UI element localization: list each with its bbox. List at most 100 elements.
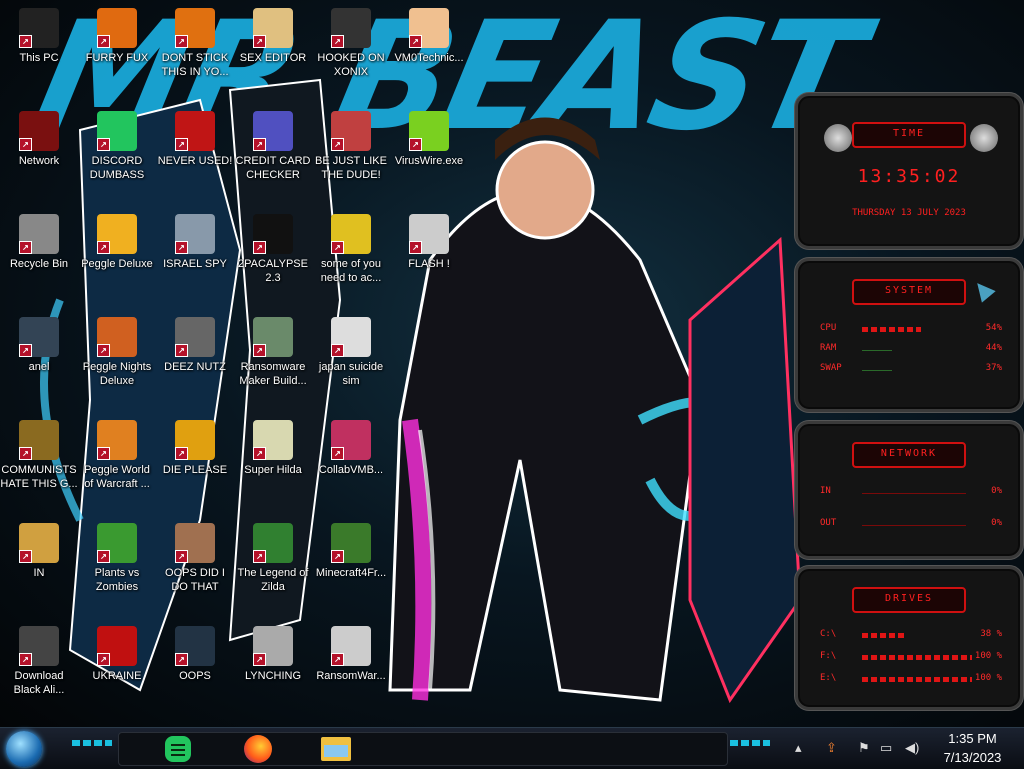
- time-widget-header: TIME: [852, 122, 966, 148]
- desktop-icon[interactable]: ↗ CREDIT CARD CHECKER: [234, 111, 312, 182]
- desktop-icon[interactable]: ↗ FLASH !: [390, 214, 468, 271]
- system-row-value: 54%: [985, 323, 1002, 333]
- dev-icon: ↗: [175, 111, 215, 151]
- desktop-icon[interactable]: ↗ Peggle Nights Deluxe: [78, 317, 156, 388]
- windows-icon: ↗: [175, 317, 215, 357]
- drive-row-value: 100 %: [974, 651, 1002, 661]
- desktop-icon[interactable]: ↗ COMMUNISTS HATE THIS G...: [0, 420, 78, 491]
- desktop-icon[interactable]: ↗ The Legend of Zilda: [234, 523, 312, 594]
- volume-icon[interactable]: ◀): [905, 740, 919, 756]
- desktop-icon[interactable]: ↗ Download Black Ali...: [0, 626, 78, 697]
- desktop-icon[interactable]: ↗ DIE PLEASE: [156, 420, 234, 477]
- desktop-icon[interactable]: ↗ VM0Technic...: [390, 8, 468, 65]
- portrait-icon: ↗: [175, 523, 215, 563]
- upload-icon[interactable]: ⇪: [826, 740, 837, 756]
- desktop-icon[interactable]: ↗ IN: [0, 523, 78, 580]
- shortcut-arrow-icon: ↗: [409, 241, 422, 254]
- system-row-ram: RAM 44%: [820, 343, 1002, 357]
- document-icon: ↗: [331, 317, 371, 357]
- network-row-value: 0%: [991, 486, 1002, 496]
- taskbar-file-explorer-button[interactable]: [318, 732, 354, 766]
- desktop-icon-label: NEVER USED!: [157, 155, 233, 167]
- desktop-icon[interactable]: ↗ FURRY FUX: [78, 8, 156, 65]
- shortcut-arrow-icon: ↗: [331, 138, 344, 151]
- desktop-icon[interactable]: ↗ Plants vs Zombies: [78, 523, 156, 594]
- xonix-icon: ↗: [331, 8, 371, 48]
- network-icon: ↗: [19, 111, 59, 151]
- drives-widget-header: DRIVES: [852, 587, 966, 613]
- taskbar-firefox-button[interactable]: [240, 732, 276, 766]
- time-widget-clock: 13:35:02: [857, 166, 961, 187]
- shortcut-arrow-icon: ↗: [19, 35, 32, 48]
- drive-row-e: E:\ 100 %: [820, 673, 1002, 687]
- desktop-icon[interactable]: ↗ some of you need to ac...: [312, 214, 390, 285]
- network-row-in: IN 0%: [820, 486, 1002, 500]
- desktop-icon[interactable]: ↗ NEVER USED!: [156, 111, 234, 168]
- de-icon: ↗: [175, 420, 215, 460]
- desktop-icon[interactable]: ↗ Super Hilda: [234, 420, 312, 477]
- desktop-icon-label: Plants vs Zombies: [94, 567, 140, 593]
- system-row-label: RAM: [820, 343, 837, 353]
- desktop-icon[interactable]: ↗ DEEZ NUTZ: [156, 317, 234, 374]
- desktop-icon[interactable]: ↗ Peggle World of Warcraft ...: [78, 420, 156, 491]
- desktop-icon[interactable]: ↗ Network: [0, 111, 78, 168]
- cursor-logo-icon: [970, 277, 996, 303]
- shortcut-arrow-icon: ↗: [97, 344, 110, 357]
- shortcut-arrow-icon: ↗: [175, 447, 188, 460]
- show-hidden-icon[interactable]: ▴: [795, 740, 802, 756]
- desktop-icon-label: This PC: [19, 52, 59, 64]
- desktop-icon[interactable]: ↗ UKRAINE: [78, 626, 156, 683]
- firefox-icon: [244, 735, 272, 763]
- desktop-icon[interactable]: ↗ VirusWire.exe: [390, 111, 468, 168]
- desktop-icon[interactable]: ↗ DISCORD DUMBASS: [78, 111, 156, 182]
- drive-row-label: F:\: [820, 651, 837, 661]
- desktop-icon-label: Super Hilda: [244, 464, 302, 476]
- desktop-icon-label: Ransomware Maker Build...: [239, 361, 307, 387]
- desktop-icon[interactable]: ↗ CollabVMB...: [312, 420, 390, 477]
- shortcut-arrow-icon: ↗: [97, 550, 110, 563]
- desktop-icon[interactable]: ↗ Recycle Bin: [0, 214, 78, 271]
- desktop-icon-label: Minecraft4Fr...: [315, 567, 387, 579]
- desktop-icon[interactable]: ↗ anel: [0, 317, 78, 374]
- desktop-icon[interactable]: ↗ HOOKED ON XONIX: [312, 8, 390, 79]
- network-widget: NETWORK IN 0% OUT 0%: [795, 421, 1023, 559]
- network-widget-header: NETWORK: [852, 442, 966, 468]
- system-row-graph: [862, 350, 892, 351]
- start-button[interactable]: [6, 731, 42, 767]
- desktop-icon[interactable]: ↗ DONT STICK THIS IN YO...: [156, 8, 234, 79]
- desktop-icon[interactable]: ↗ OOPS: [156, 626, 234, 683]
- desktop-icon[interactable]: ↗ Ransomware Maker Build...: [234, 317, 312, 388]
- desktop-icon[interactable]: ↗ 2PACALYPSE 2.3: [234, 214, 312, 285]
- drive-row-f: F:\ 100 %: [820, 651, 1002, 665]
- desktop-icon-label: IN: [33, 567, 45, 579]
- desktop-icon[interactable]: ↗ This PC: [0, 8, 78, 65]
- taskbar-chat-button[interactable]: [160, 732, 196, 766]
- shortcut-arrow-icon: ↗: [253, 241, 266, 254]
- desktop-icon[interactable]: ↗ OOPS DID I DO THAT: [156, 523, 234, 594]
- taskbar-clock[interactable]: 1:35 PM 7/13/2023: [930, 729, 1015, 767]
- desktop-icon[interactable]: ↗ SEX EDITOR: [234, 8, 312, 65]
- drives-widget: DRIVES C:\ 38 % F:\ 100 % E:\ 100 %: [795, 566, 1023, 710]
- desktop-icon-label: SEX EDITOR: [239, 52, 307, 64]
- network-icon[interactable]: ▭: [880, 740, 892, 756]
- shortcut-arrow-icon: ↗: [19, 447, 32, 460]
- desktop-icon-label: VirusWire.exe: [394, 155, 464, 167]
- credit-card-icon: ↗: [253, 111, 293, 151]
- desktop-icon[interactable]: ↗ ISRAEL SPY: [156, 214, 234, 271]
- shortcut-arrow-icon: ↗: [331, 550, 344, 563]
- desktop-icon[interactable]: ↗ Peggle Deluxe: [78, 214, 156, 271]
- money-bag-icon: ↗: [19, 420, 59, 460]
- desktop-icon-label: RansomWar...: [316, 670, 386, 682]
- desktop-icon[interactable]: ↗ japan suicide sim: [312, 317, 390, 388]
- desktop-icon[interactable]: ↗ RansomWar...: [312, 626, 390, 683]
- shortcut-arrow-icon: ↗: [331, 35, 344, 48]
- shortcut-arrow-icon: ↗: [175, 241, 188, 254]
- desktop-icon[interactable]: ↗ LYNCHING: [234, 626, 312, 683]
- flag-icon[interactable]: ⚑: [858, 740, 870, 756]
- hero-icon: ↗: [253, 523, 293, 563]
- terminal-icon: ↗: [253, 214, 293, 254]
- beaver-icon: ↗: [331, 214, 371, 254]
- desktop-icon[interactable]: ↗ Minecraft4Fr...: [312, 523, 390, 580]
- taskbar-decor-left: [72, 740, 112, 746]
- desktop-icon[interactable]: ↗ BE JUST LIKE THE DUDE!: [312, 111, 390, 182]
